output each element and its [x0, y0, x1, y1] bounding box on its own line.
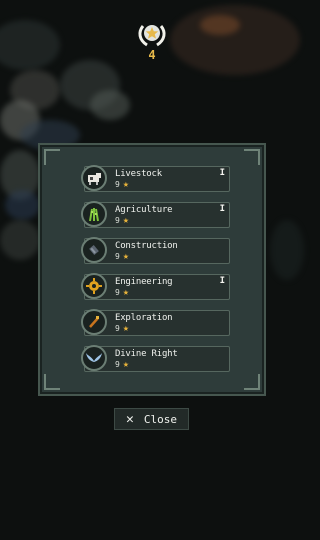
tree-item-engineering[interactable]: Engineering 9 ★ I	[81, 273, 230, 300]
tree-item-livestock[interactable]: Livestock 9 ★ I	[81, 165, 230, 192]
agriculture-icon	[81, 201, 107, 227]
divine-right-icon	[81, 345, 107, 371]
close-label: Close	[143, 412, 177, 426]
tree-name: Livestock	[115, 169, 162, 179]
close-button[interactable]: ✕ Close	[114, 408, 189, 430]
tree-level: 9 ★	[115, 287, 129, 298]
tree-name: Construction	[115, 241, 178, 251]
panel-corner	[44, 149, 60, 165]
star-icon: ★	[122, 359, 129, 370]
star-icon: ★	[122, 215, 129, 226]
star-icon: ★	[122, 323, 129, 334]
panel-corner	[244, 374, 260, 390]
tree-item-agriculture[interactable]: Agriculture 9 ★ I	[81, 201, 230, 228]
laurel-star-icon	[138, 25, 166, 47]
tree-name: Exploration	[115, 313, 173, 323]
panel-corner	[244, 149, 260, 165]
exploration-icon	[81, 309, 107, 335]
tier-marker: I	[219, 168, 225, 178]
star-count: 4	[148, 48, 156, 62]
tree-level: 9 ★	[115, 251, 129, 262]
tree-list: Livestock 9 ★ I Agriculture 9 ★ I Constr…	[81, 165, 230, 382]
tier-marker: I	[219, 204, 225, 214]
tech-tree-panel: Livestock 9 ★ I Agriculture 9 ★ I Constr…	[38, 143, 266, 396]
star-icon: ★	[122, 179, 129, 190]
tree-level: 9 ★	[115, 359, 129, 370]
star-counter: 4	[134, 20, 170, 61]
tree-level: 9 ★	[115, 179, 129, 190]
engineering-icon	[81, 273, 107, 299]
tree-name: Divine Right	[115, 349, 178, 359]
construction-icon	[81, 237, 107, 263]
tree-item-divine-right[interactable]: Divine Right 9 ★	[81, 345, 230, 372]
tree-level: 9 ★	[115, 323, 129, 334]
tree-name: Engineering	[115, 277, 173, 287]
livestock-icon	[81, 165, 107, 191]
tree-name: Agriculture	[115, 205, 173, 215]
close-icon: ✕	[126, 411, 134, 427]
panel-corner	[44, 374, 60, 390]
tree-level: 9 ★	[115, 215, 129, 226]
star-icon: ★	[122, 251, 129, 262]
star-icon: ★	[122, 287, 129, 298]
tier-marker: I	[219, 276, 225, 286]
tree-item-exploration[interactable]: Exploration 9 ★	[81, 309, 230, 336]
tree-item-construction[interactable]: Construction 9 ★	[81, 237, 230, 264]
